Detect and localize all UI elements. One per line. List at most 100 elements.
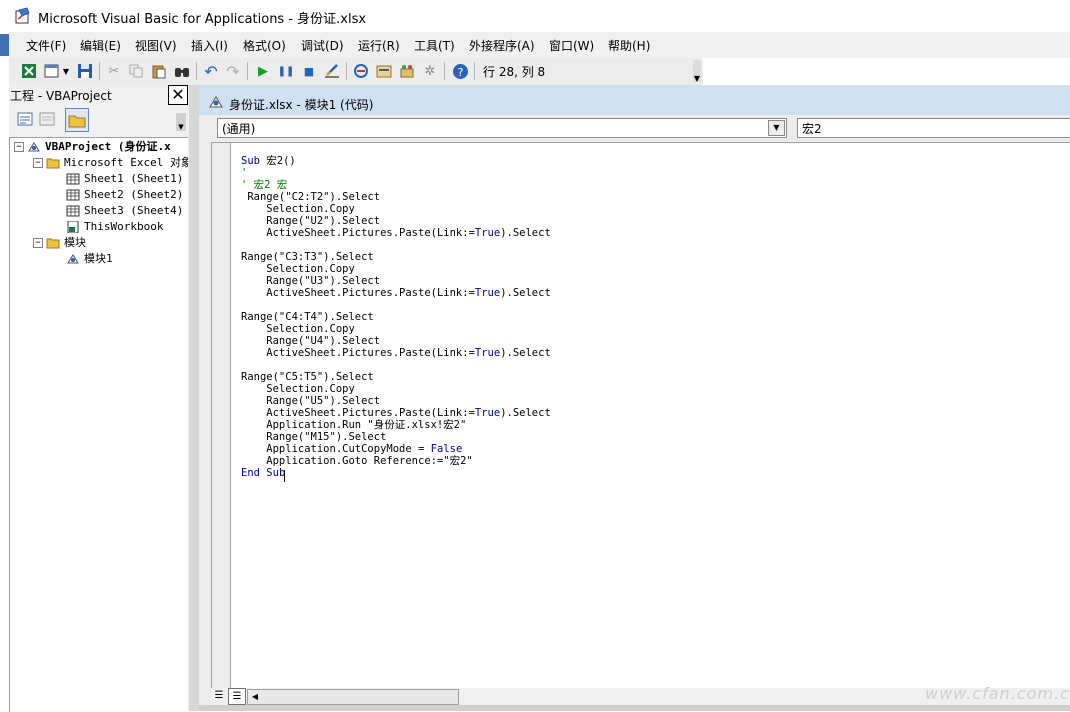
- break-icon[interactable]: ❚❚: [277, 62, 295, 80]
- code-line[interactable]: Range("C5:T5").Select: [241, 371, 374, 383]
- tool-overflow-icon[interactable]: ▼: [176, 113, 186, 131]
- procedure-dropdown-value: 宏2: [802, 122, 822, 136]
- project-explorer-toolbar: ▼: [9, 105, 189, 135]
- collapse-icon[interactable]: −: [33, 238, 43, 248]
- collapse-icon[interactable]: −: [33, 158, 43, 168]
- code-line[interactable]: End Sub: [241, 467, 285, 479]
- tree-label: Sheet3 (Sheet4): [84, 204, 184, 217]
- code-line[interactable]: Range("U2").Select: [241, 215, 380, 227]
- insert-dropdown-icon[interactable]: ▼: [61, 62, 71, 80]
- code-line[interactable]: ': [241, 167, 247, 179]
- paste-icon[interactable]: [150, 62, 168, 80]
- procedure-view-icon[interactable]: ☰: [211, 688, 227, 703]
- code-line[interactable]: Range("C4:T4").Select: [241, 311, 374, 323]
- code-line[interactable]: Selection.Copy: [241, 263, 355, 275]
- code-line[interactable]: Range("U3").Select: [241, 275, 380, 287]
- view-excel-icon[interactable]: [20, 62, 38, 80]
- tree-sheet3[interactable]: Sheet3 (Sheet4): [66, 203, 183, 219]
- left-accent-strip: [0, 34, 9, 56]
- code-margin-indicator-bar[interactable]: [212, 143, 231, 688]
- redo-icon[interactable]: ↷: [224, 62, 242, 81]
- code-line[interactable]: Range("U4").Select: [241, 335, 380, 347]
- menu-edit[interactable]: 编辑(E): [80, 37, 121, 54]
- worksheet-icon: [66, 189, 80, 201]
- code-line[interactable]: ' 宏2 宏: [241, 179, 287, 191]
- save-icon[interactable]: [76, 62, 94, 80]
- procedure-dropdown[interactable]: 宏2: [797, 118, 1070, 138]
- code-line[interactable]: ActiveSheet.Pictures.Paste(Link:=True).S…: [241, 347, 551, 359]
- code-line[interactable]: Selection.Copy: [241, 383, 355, 395]
- close-icon[interactable]: ✕: [168, 85, 188, 105]
- code-line[interactable]: Range("C3:T3").Select: [241, 251, 374, 263]
- project-explorer-icon[interactable]: [352, 62, 370, 80]
- code-line[interactable]: Application.CutCopyMode = False: [241, 443, 462, 455]
- menu-window[interactable]: 窗口(W): [549, 37, 594, 54]
- code-line[interactable]: Range("C2:T2").Select: [241, 191, 380, 203]
- tree-excel-objects[interactable]: − Microsoft Excel 对象: [33, 155, 188, 171]
- pane-splitter[interactable]: [189, 85, 199, 711]
- code-line[interactable]: Application.Goto Reference:="宏2": [241, 455, 472, 467]
- tree-sheet2[interactable]: Sheet2 (Sheet2): [66, 187, 183, 203]
- menu-addins[interactable]: 外接程序(A): [469, 37, 535, 54]
- tree-module1[interactable]: 模块1: [66, 251, 113, 267]
- view-object-icon[interactable]: [38, 110, 56, 128]
- code-line[interactable]: ActiveSheet.Pictures.Paste(Link:=True).S…: [241, 227, 551, 239]
- tree-thisworkbook[interactable]: ThisWorkbook: [66, 219, 163, 235]
- worksheet-icon: [66, 205, 80, 217]
- toolbar-overflow-grip[interactable]: ▼: [693, 60, 701, 83]
- code-line[interactable]: Range("U5").Select: [241, 395, 380, 407]
- code-line[interactable]: ActiveSheet.Pictures.Paste(Link:=True).S…: [241, 287, 551, 299]
- menu-tools[interactable]: 工具(T): [414, 37, 455, 54]
- module-icon: [209, 96, 223, 108]
- copy-icon[interactable]: [127, 62, 145, 80]
- tree-label: ThisWorkbook: [84, 220, 164, 233]
- menu-insert[interactable]: 插入(I): [191, 37, 228, 54]
- project-tree: − VBAProject (身份证.x − Microsoft Excel 对象 S…: [9, 137, 188, 712]
- code-editor[interactable]: Sub 宏2() ' ' 宏2 宏 Range("C2:T2").Select Se…: [211, 142, 1070, 688]
- code-line[interactable]: Sub 宏2(): [241, 155, 296, 167]
- scroll-left-icon[interactable]: ◀: [249, 690, 261, 704]
- code-line[interactable]: Application.Run "身份证.xlsx!宏2": [241, 419, 466, 431]
- properties-icon[interactable]: [375, 62, 393, 80]
- menu-view[interactable]: 视图(V): [135, 37, 177, 54]
- code-line[interactable]: ActiveSheet.Pictures.Paste(Link:=True).S…: [241, 407, 551, 419]
- toggle-folders-icon[interactable]: [65, 108, 89, 132]
- toolbox-icon[interactable]: ✲: [421, 62, 439, 80]
- code-line[interactable]: Selection.Copy: [241, 203, 355, 215]
- find-icon[interactable]: [173, 62, 191, 80]
- menu-debug[interactable]: 调试(D): [301, 37, 344, 54]
- help-icon[interactable]: ?: [451, 62, 469, 80]
- horizontal-scrollbar[interactable]: ◀: [247, 689, 459, 705]
- toolbar-separator: [474, 62, 475, 80]
- code-line[interactable]: Range("M15").Select: [241, 431, 386, 443]
- tree-root[interactable]: − VBAProject (身份证.x: [14, 139, 171, 155]
- insert-module-icon[interactable]: [43, 62, 61, 80]
- object-dropdown[interactable]: (通用) ▼: [217, 118, 787, 138]
- worksheet-icon: [66, 173, 80, 185]
- tree-sheet1[interactable]: Sheet1 (Sheet1): [66, 171, 183, 187]
- object-browser-icon[interactable]: [398, 62, 416, 80]
- watermark: www.cfan.com.cn: [925, 684, 1070, 703]
- full-module-view-icon[interactable]: ☰: [228, 688, 246, 705]
- chevron-down-icon[interactable]: ▼: [768, 120, 785, 136]
- collapse-icon[interactable]: −: [14, 142, 24, 152]
- workbook-icon: [67, 221, 79, 233]
- run-icon[interactable]: ▶: [254, 62, 272, 80]
- tree-label: Microsoft Excel 对象: [64, 156, 188, 169]
- menu-file[interactable]: 文件(F): [26, 37, 66, 54]
- module-icon: [67, 254, 79, 264]
- cut-icon[interactable]: ✂: [105, 62, 123, 80]
- view-code-icon[interactable]: [16, 110, 34, 128]
- window-title: Microsoft Visual Basic for Applications …: [38, 12, 367, 27]
- reset-icon[interactable]: ■: [300, 62, 318, 80]
- standard-toolbar: ▼ ✂ ↶ ↷ ▶ ❚❚ ■ ✲ ? 行 28, 列 8 ▼: [9, 58, 703, 86]
- code-window-title: 身份证.xlsx - 模块1 (代码): [229, 98, 374, 112]
- menu-help[interactable]: 帮助(H): [608, 37, 650, 54]
- menu-format[interactable]: 格式(O): [243, 37, 286, 54]
- menu-run[interactable]: 运行(R): [358, 37, 400, 54]
- code-window-title-bar: 身份证.xlsx - 模块1 (代码): [199, 85, 1070, 115]
- undo-icon[interactable]: ↶: [202, 62, 220, 81]
- code-line[interactable]: Selection.Copy: [241, 323, 355, 335]
- tree-modules-folder[interactable]: − 模块: [33, 235, 86, 251]
- design-mode-icon[interactable]: [323, 62, 341, 80]
